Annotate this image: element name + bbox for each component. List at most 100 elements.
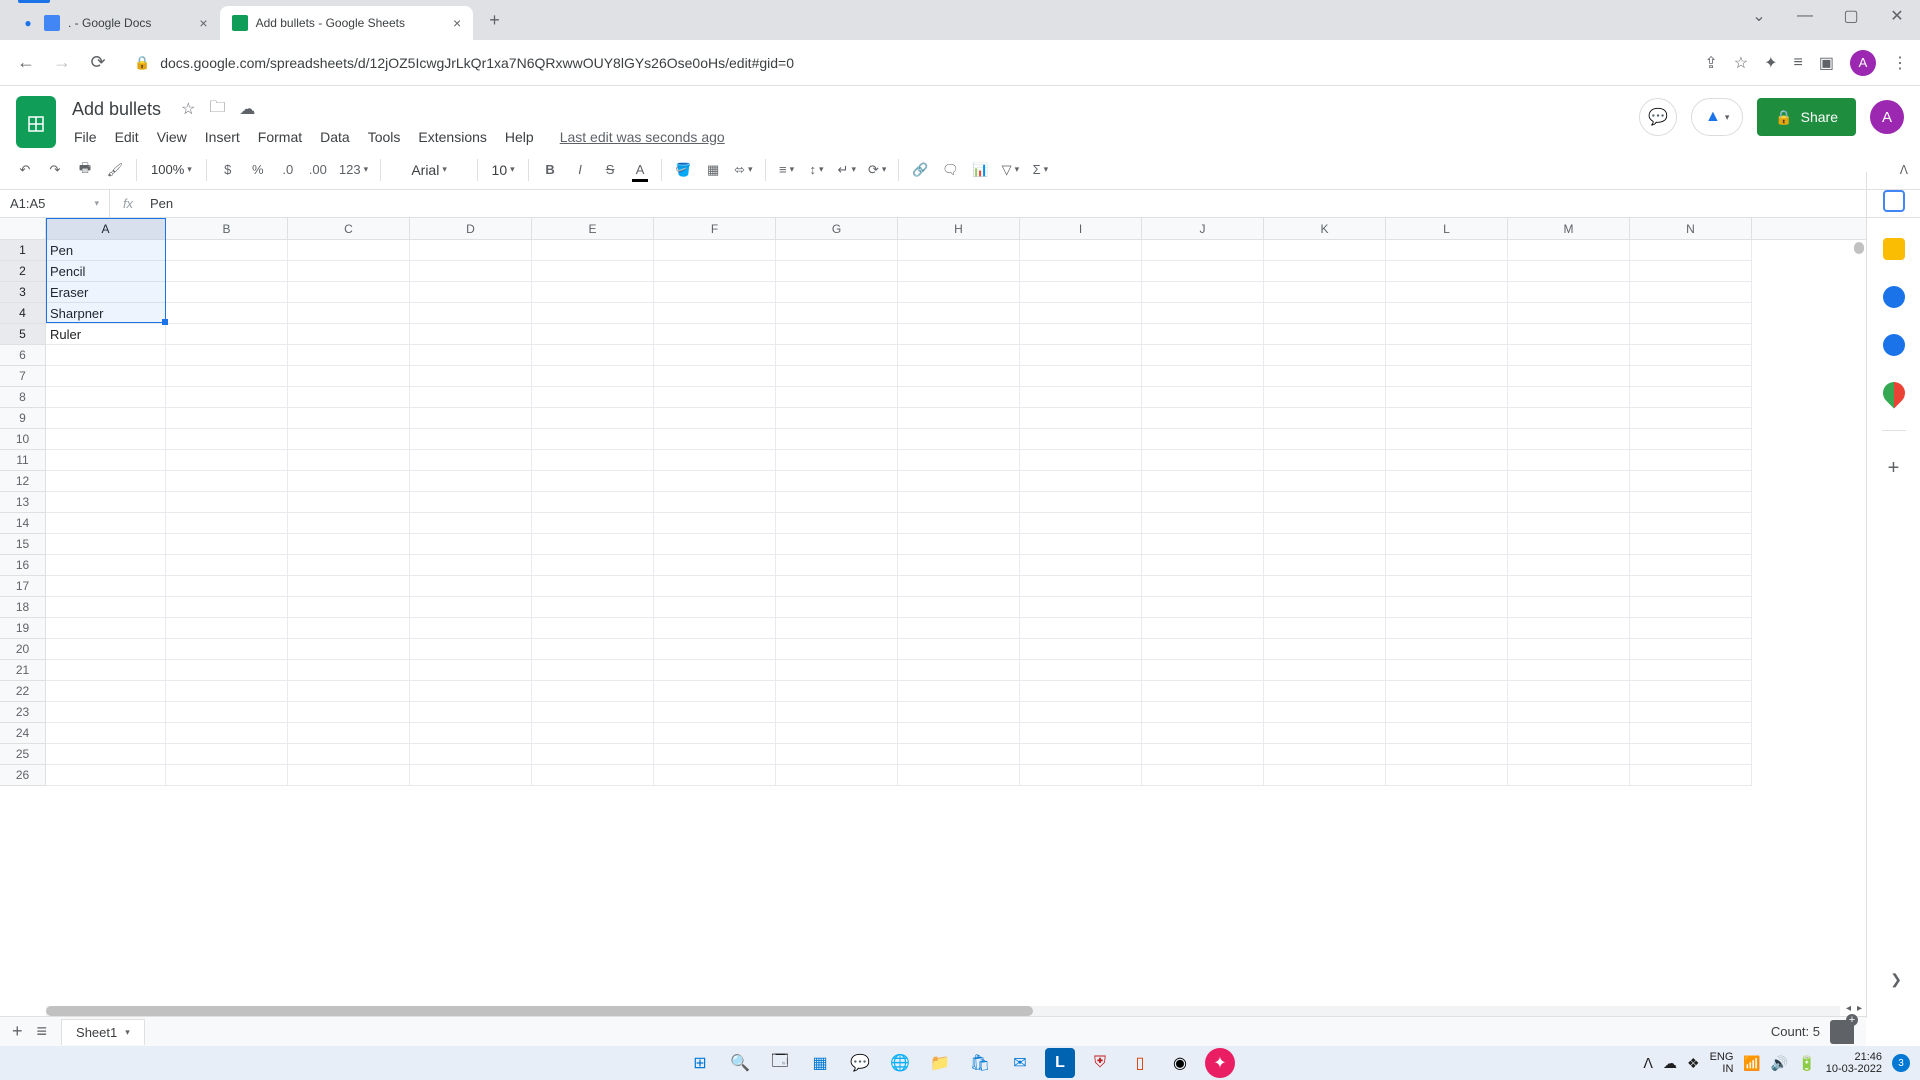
cell[interactable] xyxy=(1630,576,1752,597)
vertical-scrollbar[interactable] xyxy=(1854,242,1864,254)
cell[interactable] xyxy=(1142,471,1264,492)
cell[interactable] xyxy=(410,639,532,660)
cell[interactable] xyxy=(1508,429,1630,450)
profile-avatar[interactable]: A xyxy=(1850,50,1876,76)
cell[interactable] xyxy=(46,681,166,702)
cell[interactable] xyxy=(654,450,776,471)
cell[interactable] xyxy=(1508,387,1630,408)
paint-format-icon[interactable]: 🖌 xyxy=(102,156,128,184)
cell[interactable] xyxy=(1020,429,1142,450)
formula-input[interactable]: Pen xyxy=(146,196,1920,211)
cell[interactable] xyxy=(1508,366,1630,387)
cell[interactable] xyxy=(654,240,776,261)
row-header[interactable]: 3 xyxy=(0,282,46,303)
cell[interactable] xyxy=(1264,765,1386,786)
cell[interactable] xyxy=(410,723,532,744)
cell[interactable] xyxy=(1630,324,1752,345)
filter-icon[interactable]: ▽ xyxy=(997,156,1023,184)
cell[interactable] xyxy=(166,429,288,450)
start-icon[interactable]: ⊞ xyxy=(685,1048,715,1078)
cell[interactable] xyxy=(288,639,410,660)
menu-insert[interactable]: Insert xyxy=(197,125,248,149)
zoom-select[interactable]: 100% xyxy=(145,156,198,184)
cell[interactable] xyxy=(166,576,288,597)
close-icon[interactable]: × xyxy=(199,15,207,31)
cell[interactable] xyxy=(1020,576,1142,597)
cell[interactable] xyxy=(1142,345,1264,366)
cell[interactable] xyxy=(1386,324,1508,345)
cell[interactable] xyxy=(1142,492,1264,513)
cell[interactable] xyxy=(288,744,410,765)
cell[interactable] xyxy=(166,534,288,555)
cell[interactable] xyxy=(1020,282,1142,303)
row-header[interactable]: 24 xyxy=(0,723,46,744)
cell[interactable] xyxy=(1020,639,1142,660)
cell[interactable] xyxy=(532,240,654,261)
cell[interactable] xyxy=(1630,702,1752,723)
cell[interactable] xyxy=(1020,765,1142,786)
cell[interactable] xyxy=(654,492,776,513)
cell[interactable] xyxy=(288,345,410,366)
cell[interactable] xyxy=(532,660,654,681)
browser-menu-icon[interactable]: ⋮ xyxy=(1892,53,1908,73)
cell[interactable] xyxy=(1630,492,1752,513)
cell[interactable] xyxy=(776,345,898,366)
notifications-badge[interactable]: 3 xyxy=(1892,1054,1910,1072)
cell[interactable] xyxy=(776,387,898,408)
link-icon[interactable]: 🔗 xyxy=(907,156,933,184)
cell[interactable] xyxy=(166,345,288,366)
cell[interactable] xyxy=(1020,534,1142,555)
sheet-tab[interactable]: Sheet1 xyxy=(61,1019,145,1045)
cell[interactable] xyxy=(654,429,776,450)
cell[interactable] xyxy=(1020,471,1142,492)
cell[interactable] xyxy=(288,702,410,723)
cell[interactable] xyxy=(410,261,532,282)
search-icon[interactable]: 🔍 xyxy=(725,1048,755,1078)
cell[interactable] xyxy=(1630,660,1752,681)
cell[interactable] xyxy=(166,261,288,282)
cell[interactable] xyxy=(1142,576,1264,597)
cell[interactable] xyxy=(288,723,410,744)
reload-icon[interactable]: ⟳ xyxy=(84,52,112,73)
cell[interactable] xyxy=(1264,660,1386,681)
cell[interactable] xyxy=(654,471,776,492)
tasks-app-icon[interactable] xyxy=(1883,286,1905,308)
cell[interactable] xyxy=(532,471,654,492)
borders-icon[interactable]: ▦ xyxy=(700,156,726,184)
cell[interactable] xyxy=(410,471,532,492)
cell[interactable] xyxy=(654,513,776,534)
cell[interactable] xyxy=(1142,324,1264,345)
cell[interactable] xyxy=(1020,681,1142,702)
undo-icon[interactable]: ↶ xyxy=(12,156,38,184)
last-edit-link[interactable]: Last edit was seconds ago xyxy=(552,125,733,149)
cell[interactable] xyxy=(898,513,1020,534)
number-format-select[interactable]: 123 xyxy=(335,156,372,184)
rotate-icon[interactable]: ⟳ xyxy=(864,156,890,184)
cell[interactable] xyxy=(1386,534,1508,555)
cell[interactable] xyxy=(898,282,1020,303)
cell[interactable] xyxy=(1020,513,1142,534)
cell[interactable] xyxy=(1020,555,1142,576)
cell[interactable] xyxy=(1386,576,1508,597)
cell[interactable] xyxy=(1508,240,1630,261)
cell[interactable] xyxy=(288,681,410,702)
cell[interactable] xyxy=(410,282,532,303)
cell[interactable] xyxy=(166,513,288,534)
column-header[interactable]: J xyxy=(1142,218,1264,239)
cell[interactable] xyxy=(1264,324,1386,345)
cell[interactable] xyxy=(654,555,776,576)
cell[interactable] xyxy=(1386,723,1508,744)
cell[interactable] xyxy=(1020,261,1142,282)
horizontal-scrollbar[interactable] xyxy=(46,1006,1840,1016)
wifi-icon[interactable]: 📶 xyxy=(1743,1055,1760,1072)
cell[interactable] xyxy=(654,639,776,660)
cell[interactable] xyxy=(776,261,898,282)
cell[interactable] xyxy=(1386,261,1508,282)
row-header[interactable]: 7 xyxy=(0,366,46,387)
print-icon[interactable]: 🖶 xyxy=(72,156,98,184)
bold-icon[interactable]: B xyxy=(537,156,563,184)
cell[interactable] xyxy=(654,387,776,408)
cell[interactable] xyxy=(1264,681,1386,702)
cell[interactable] xyxy=(532,345,654,366)
cell[interactable] xyxy=(1142,387,1264,408)
